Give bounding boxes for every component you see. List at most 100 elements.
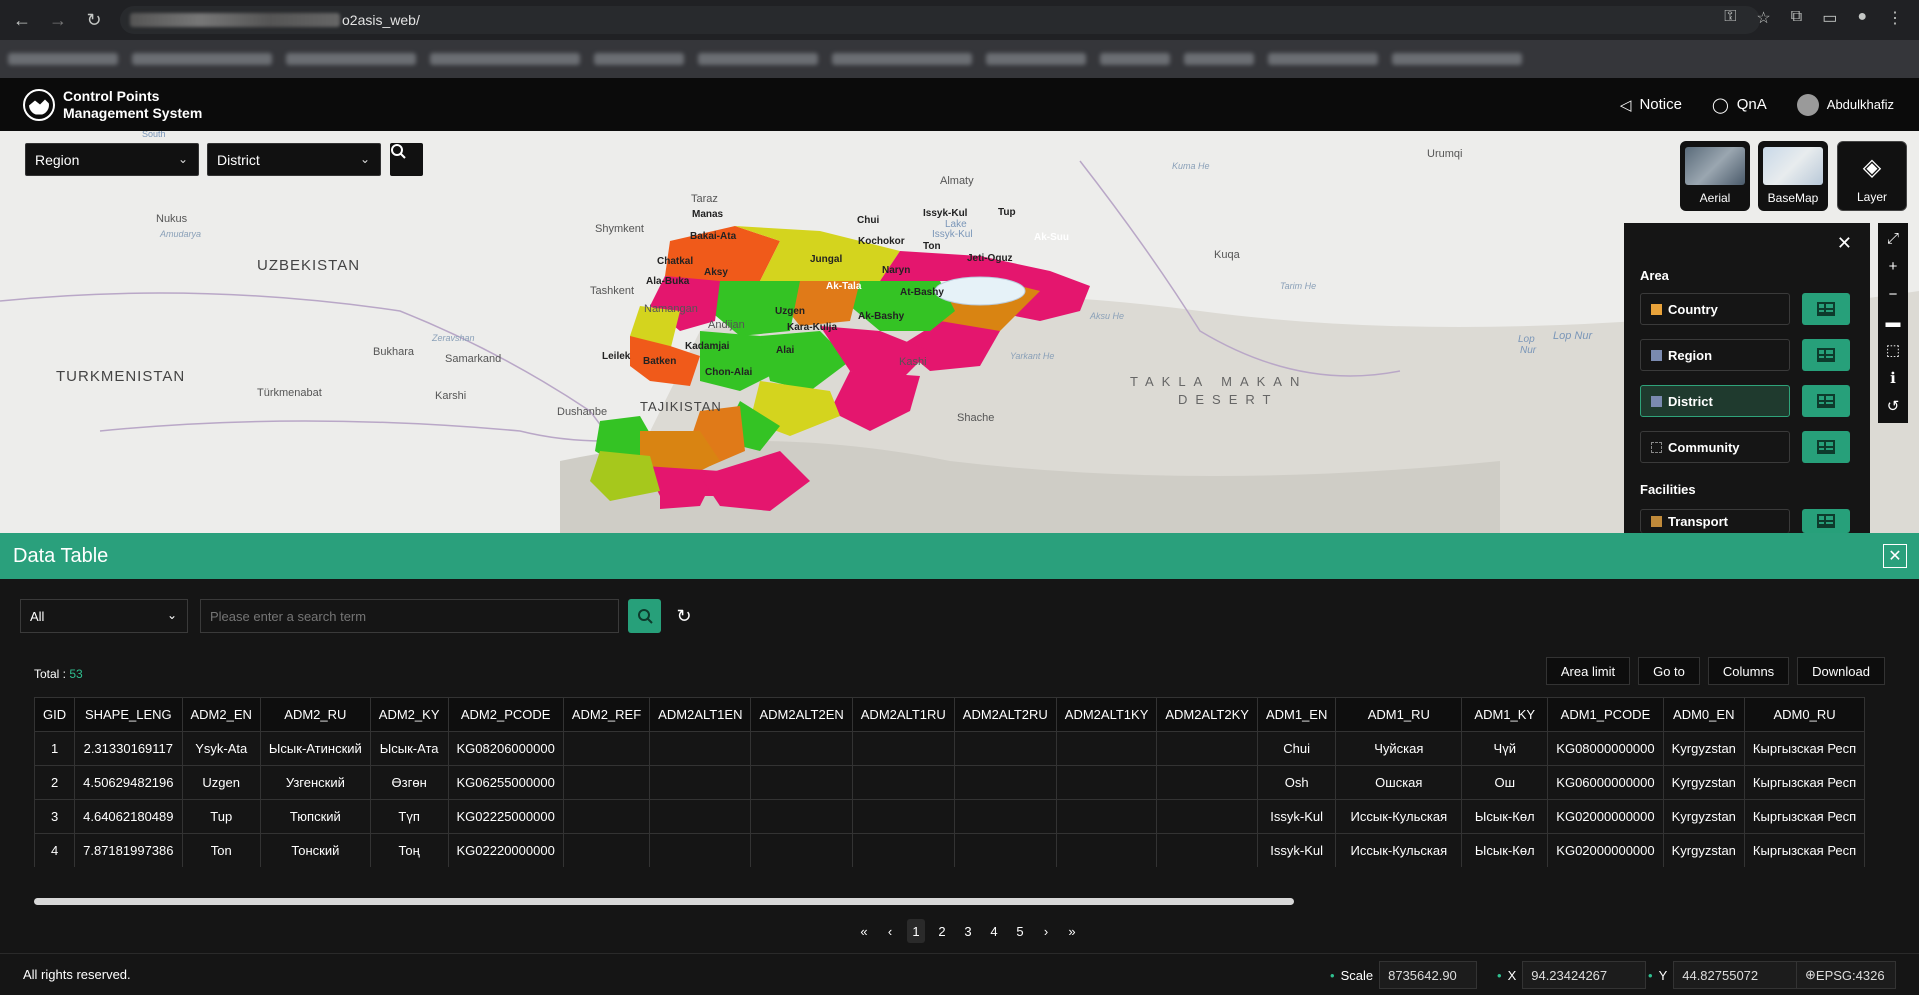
refresh-icon[interactable]: ↻ bbox=[670, 602, 698, 630]
bookmark-item[interactable] bbox=[1392, 53, 1522, 65]
layer-region[interactable]: Region bbox=[1640, 339, 1790, 371]
table-row[interactable]: 3 4.64062180489 Tup Тюпский Түп KG02225000000… bbox=[34, 799, 1866, 834]
basemap-button[interactable]: BaseMap bbox=[1758, 141, 1828, 211]
column-header[interactable]: GID bbox=[34, 697, 76, 732]
district-table-button[interactable] bbox=[1802, 385, 1850, 417]
bookmark-item[interactable] bbox=[430, 53, 580, 65]
bookmark-item[interactable] bbox=[8, 53, 118, 65]
table-row[interactable]: 4 7.87181997386 Ton Тонский Тоң KG02220000000… bbox=[34, 833, 1866, 867]
notice-link[interactable]: ◁ Notice bbox=[1620, 96, 1682, 114]
district-select[interactable]: District ⌄ bbox=[207, 143, 381, 176]
back-icon[interactable]: ← bbox=[8, 6, 36, 34]
horizontal-scrollbar[interactable] bbox=[34, 898, 1294, 905]
column-header[interactable]: ADM2ALT2KY bbox=[1156, 697, 1258, 732]
data-table-scroll[interactable]: GID SHAPE_LENG ADM2_EN ADM2_RU ADM2_KY ADM2_P… bbox=[34, 697, 1877, 867]
column-filter-select[interactable]: All ⌄ bbox=[20, 599, 188, 633]
transport-table-button[interactable] bbox=[1802, 509, 1850, 533]
profile-icon[interactable]: ● bbox=[1857, 8, 1867, 28]
bookmark-item[interactable] bbox=[132, 53, 272, 65]
ruler-icon[interactable]: ▬ bbox=[1881, 311, 1905, 333]
area-limit-button[interactable]: Area limit bbox=[1545, 657, 1631, 685]
info-icon[interactable]: ℹ bbox=[1881, 367, 1905, 389]
address-bar[interactable]: o2asis_web/ bbox=[120, 6, 1760, 34]
page-button[interactable]: 1 bbox=[907, 919, 925, 943]
bookmark-item[interactable] bbox=[1184, 53, 1254, 65]
column-header[interactable]: ADM1_KY bbox=[1461, 697, 1549, 732]
bookmark-item[interactable] bbox=[286, 53, 416, 65]
layer-button[interactable]: ◈ Layer bbox=[1837, 141, 1907, 211]
column-header[interactable]: ADM2ALT2EN bbox=[750, 697, 853, 732]
table-search-button[interactable] bbox=[628, 599, 661, 633]
table-cell: 2.31330169117 bbox=[74, 731, 183, 766]
menu-icon[interactable]: ⋮ bbox=[1887, 8, 1903, 28]
close-icon[interactable]: ✕ bbox=[1837, 233, 1852, 254]
column-header[interactable]: SHAPE_LENG bbox=[74, 697, 183, 732]
bookmark-item[interactable] bbox=[594, 53, 684, 65]
layer-transport[interactable]: Transport bbox=[1640, 509, 1790, 533]
map-label-water: South bbox=[142, 131, 166, 139]
user-menu[interactable]: Abdulkhafiz bbox=[1796, 93, 1894, 116]
bookmark-item[interactable] bbox=[1268, 53, 1378, 65]
bookmark-item[interactable] bbox=[1100, 53, 1170, 65]
map-canvas[interactable]: UZBEKISTAN TURKMENISTAN TAJIKISTAN TAKLA… bbox=[0, 131, 1919, 533]
column-header[interactable]: ADM2ALT2RU bbox=[953, 697, 1057, 732]
forward-icon[interactable]: → bbox=[44, 6, 72, 34]
column-header[interactable]: ADM2_REF bbox=[562, 697, 651, 732]
table-row[interactable]: 1 2.31330169117 Ysyk-Ata Ысык-Атинский Ысык-… bbox=[34, 731, 1866, 766]
table-search-input[interactable] bbox=[200, 599, 619, 633]
crs-selector[interactable]: ⊕ EPSG:4326 bbox=[1796, 961, 1896, 989]
columns-button[interactable]: Columns bbox=[1707, 657, 1790, 685]
reset-icon[interactable]: ↺ bbox=[1881, 395, 1905, 417]
column-header[interactable]: ADM0_EN bbox=[1662, 697, 1745, 732]
qna-link[interactable]: ◯ QnA bbox=[1712, 96, 1767, 114]
zoom-out-icon[interactable]: − bbox=[1881, 283, 1905, 305]
page-button[interactable]: 2 bbox=[933, 919, 951, 943]
first-page-button[interactable]: « bbox=[855, 919, 873, 943]
page-button[interactable]: 3 bbox=[959, 919, 977, 943]
column-header[interactable]: ADM2_KY bbox=[369, 697, 449, 732]
layer-district[interactable]: District bbox=[1640, 385, 1790, 417]
column-header[interactable]: ADM2ALT1KY bbox=[1055, 697, 1158, 732]
table-cell: Kyrgyzstan bbox=[1662, 799, 1745, 834]
map-search-button[interactable] bbox=[390, 143, 423, 176]
area-select-icon[interactable]: ⬚ bbox=[1881, 339, 1905, 361]
map-label-city: Nukus bbox=[156, 213, 188, 225]
fullscreen-icon[interactable]: ⤢ bbox=[1881, 227, 1905, 249]
column-header[interactable]: ADM1_EN bbox=[1256, 697, 1337, 732]
last-page-button[interactable]: » bbox=[1063, 919, 1081, 943]
region-select[interactable]: Region ⌄ bbox=[25, 143, 199, 176]
country-table-button[interactable] bbox=[1802, 293, 1850, 325]
aerial-button[interactable]: Aerial bbox=[1680, 141, 1750, 211]
download-button[interactable]: Download bbox=[1797, 657, 1885, 685]
column-header[interactable]: ADM2_EN bbox=[181, 697, 261, 732]
column-header[interactable]: ADM2_PCODE bbox=[447, 697, 564, 732]
bookmark-item[interactable] bbox=[986, 53, 1086, 65]
go-to-button[interactable]: Go to bbox=[1638, 657, 1700, 685]
sidebar-icon[interactable]: ▭ bbox=[1822, 8, 1837, 28]
column-header[interactable]: ADM2ALT1EN bbox=[649, 697, 752, 732]
next-page-button[interactable]: › bbox=[1037, 919, 1055, 943]
extensions-icon[interactable]: ⧉ bbox=[1791, 8, 1802, 28]
column-header[interactable]: ADM1_RU bbox=[1335, 697, 1463, 732]
table-row[interactable]: 2 4.50629482196 Uzgen Узгенский Өзгөн KG06255… bbox=[34, 765, 1866, 800]
layer-country[interactable]: Country bbox=[1640, 293, 1790, 325]
column-header[interactable]: ADM0_RU bbox=[1743, 697, 1866, 732]
page-button[interactable]: 4 bbox=[985, 919, 1003, 943]
aerial-thumbnail bbox=[1685, 147, 1745, 185]
community-table-button[interactable] bbox=[1802, 431, 1850, 463]
close-icon[interactable]: ✕ bbox=[1883, 544, 1907, 568]
layer-community[interactable]: Community bbox=[1640, 431, 1790, 463]
bookmark-item[interactable] bbox=[832, 53, 972, 65]
zoom-in-icon[interactable]: + bbox=[1881, 255, 1905, 277]
bookmark-item[interactable] bbox=[698, 53, 818, 65]
column-header[interactable]: ADM2ALT1RU bbox=[851, 697, 955, 732]
prev-page-button[interactable]: ‹ bbox=[881, 919, 899, 943]
column-header[interactable]: ADM2_RU bbox=[259, 697, 371, 732]
column-header[interactable]: ADM1_PCODE bbox=[1547, 697, 1664, 732]
table-cell: Issyk-Kul bbox=[1256, 799, 1337, 834]
star-icon[interactable]: ☆ bbox=[1756, 8, 1770, 28]
reload-icon[interactable]: ↻ bbox=[80, 6, 108, 34]
page-button[interactable]: 5 bbox=[1011, 919, 1029, 943]
key-icon[interactable]: ⚿ bbox=[1724, 8, 1736, 28]
region-table-button[interactable] bbox=[1802, 339, 1850, 371]
